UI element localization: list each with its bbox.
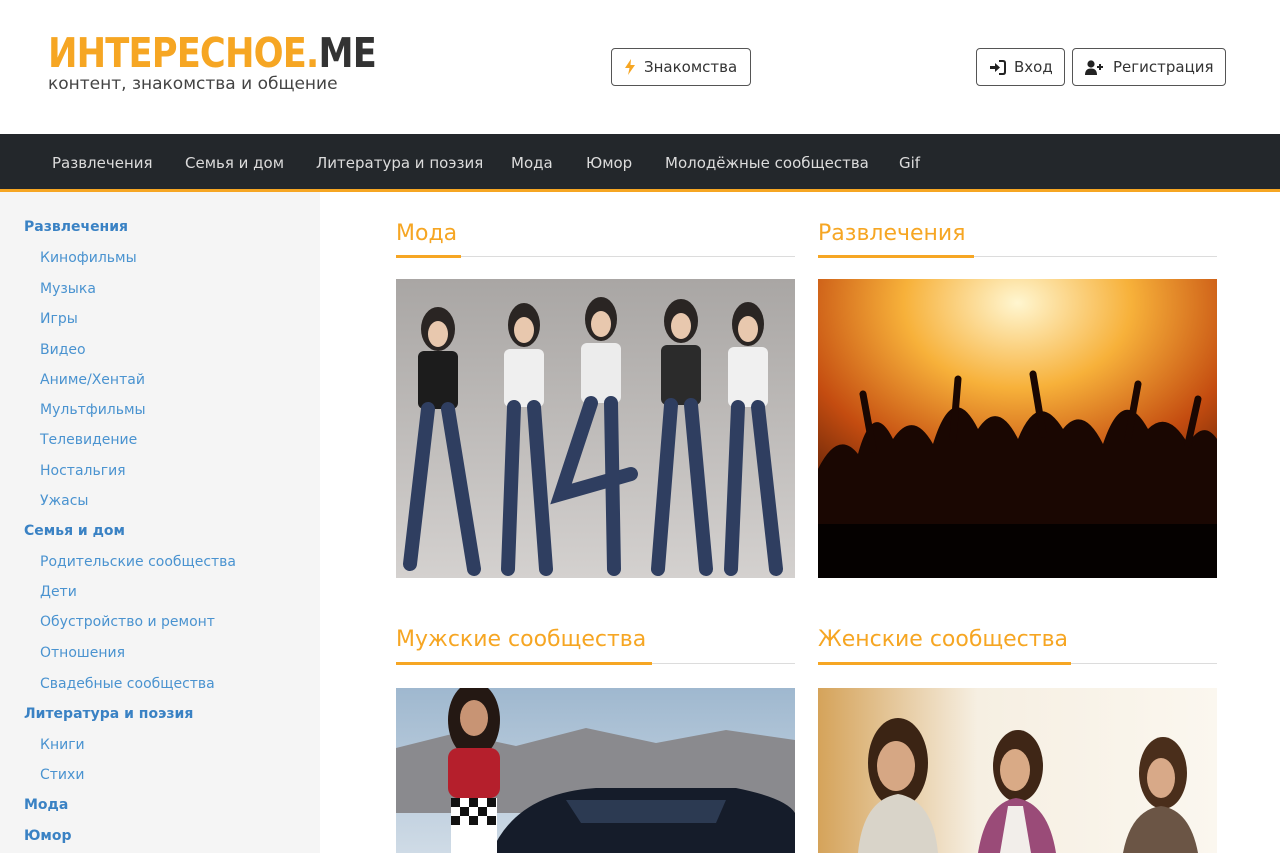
dating-button[interactable]: Знакомства bbox=[611, 48, 751, 86]
sidebar-item[interactable]: Ностальгия bbox=[40, 463, 126, 479]
site-logo[interactable]: ИНТЕРЕСНОЕ.ME контент, знакомства и обще… bbox=[48, 30, 429, 94]
sidebar-item[interactable]: Видео bbox=[40, 342, 86, 358]
sidebar-item[interactable]: Стихи bbox=[40, 767, 84, 783]
sidebar-category-humor[interactable]: Юмор bbox=[24, 828, 72, 844]
sign-in-icon bbox=[990, 59, 1006, 75]
fashion-image[interactable] bbox=[396, 279, 795, 578]
nav-item-fashion[interactable]: Мода bbox=[511, 134, 553, 189]
sidebar-item[interactable]: Телевидение bbox=[40, 432, 137, 448]
nav-item-gif[interactable]: Gif bbox=[899, 134, 920, 189]
sidebar-category-fashion[interactable]: Мода bbox=[24, 797, 68, 813]
logo-tagline: контент, знакомства и общение bbox=[48, 74, 338, 94]
login-button[interactable]: Вход bbox=[976, 48, 1065, 86]
user-plus-icon bbox=[1085, 59, 1103, 75]
womens-image[interactable] bbox=[818, 688, 1217, 853]
lightning-icon bbox=[625, 59, 635, 75]
nav-item-entertainment[interactable]: Развлечения bbox=[52, 134, 153, 189]
sidebar-category-entertainment[interactable]: Развлечения bbox=[24, 219, 128, 235]
sidebar-item[interactable]: Игры bbox=[40, 311, 78, 327]
sidebar-item[interactable]: Книги bbox=[40, 737, 85, 753]
nav-item-family-home[interactable]: Семья и дом bbox=[185, 134, 284, 189]
section-accent-bar bbox=[818, 662, 1071, 665]
main-nav: Развлечения Семья и дом Литература и поэ… bbox=[0, 134, 1280, 192]
sidebar-category-literature[interactable]: Литература и поэзия bbox=[24, 706, 193, 722]
logo-wordmark: ИНТЕРЕСНОЕ.ME bbox=[48, 29, 377, 77]
nav-item-humor[interactable]: Юмор bbox=[586, 134, 632, 189]
section-title-fashion[interactable]: Мода bbox=[396, 221, 457, 246]
site-header: ИНТЕРЕСНОЕ.ME контент, знакомства и обще… bbox=[0, 0, 1280, 134]
sidebar-item[interactable]: Музыка bbox=[40, 281, 96, 297]
sidebar-category-family-home[interactable]: Семья и дом bbox=[24, 523, 125, 539]
category-sidebar: Развлечения Кинофильмы Музыка Игры Видео… bbox=[0, 192, 320, 853]
section-accent-bar bbox=[396, 255, 461, 258]
nav-item-literature[interactable]: Литература и поэзия bbox=[316, 134, 483, 189]
sidebar-item[interactable]: Родительские сообщества bbox=[40, 554, 236, 570]
section-accent-bar bbox=[396, 662, 652, 665]
sidebar-item[interactable]: Обустройство и ремонт bbox=[40, 614, 215, 630]
section-accent-bar bbox=[818, 255, 974, 258]
nav-item-youth[interactable]: Молодёжные сообщества bbox=[665, 134, 869, 189]
login-button-label: Вход bbox=[1014, 58, 1053, 76]
sidebar-item[interactable]: Кинофильмы bbox=[40, 250, 137, 266]
entertainment-image[interactable] bbox=[818, 279, 1217, 578]
register-button[interactable]: Регистрация bbox=[1072, 48, 1226, 86]
sidebar-item[interactable]: Отношения bbox=[40, 645, 125, 661]
sidebar-item[interactable]: Аниме/Хентай bbox=[40, 372, 145, 388]
dating-button-label: Знакомства bbox=[644, 58, 738, 76]
sidebar-item[interactable]: Свадебные сообщества bbox=[40, 676, 215, 692]
sidebar-item[interactable]: Ужасы bbox=[40, 493, 88, 509]
section-title-mens[interactable]: Мужские сообщества bbox=[396, 627, 646, 652]
sidebar-item[interactable]: Мультфильмы bbox=[40, 402, 146, 418]
sidebar-item[interactable]: Дети bbox=[40, 584, 77, 600]
section-title-womens[interactable]: Женские сообщества bbox=[818, 627, 1068, 652]
mens-image[interactable] bbox=[396, 688, 795, 853]
register-button-label: Регистрация bbox=[1113, 58, 1214, 76]
section-title-entertainment[interactable]: Развлечения bbox=[818, 221, 965, 246]
